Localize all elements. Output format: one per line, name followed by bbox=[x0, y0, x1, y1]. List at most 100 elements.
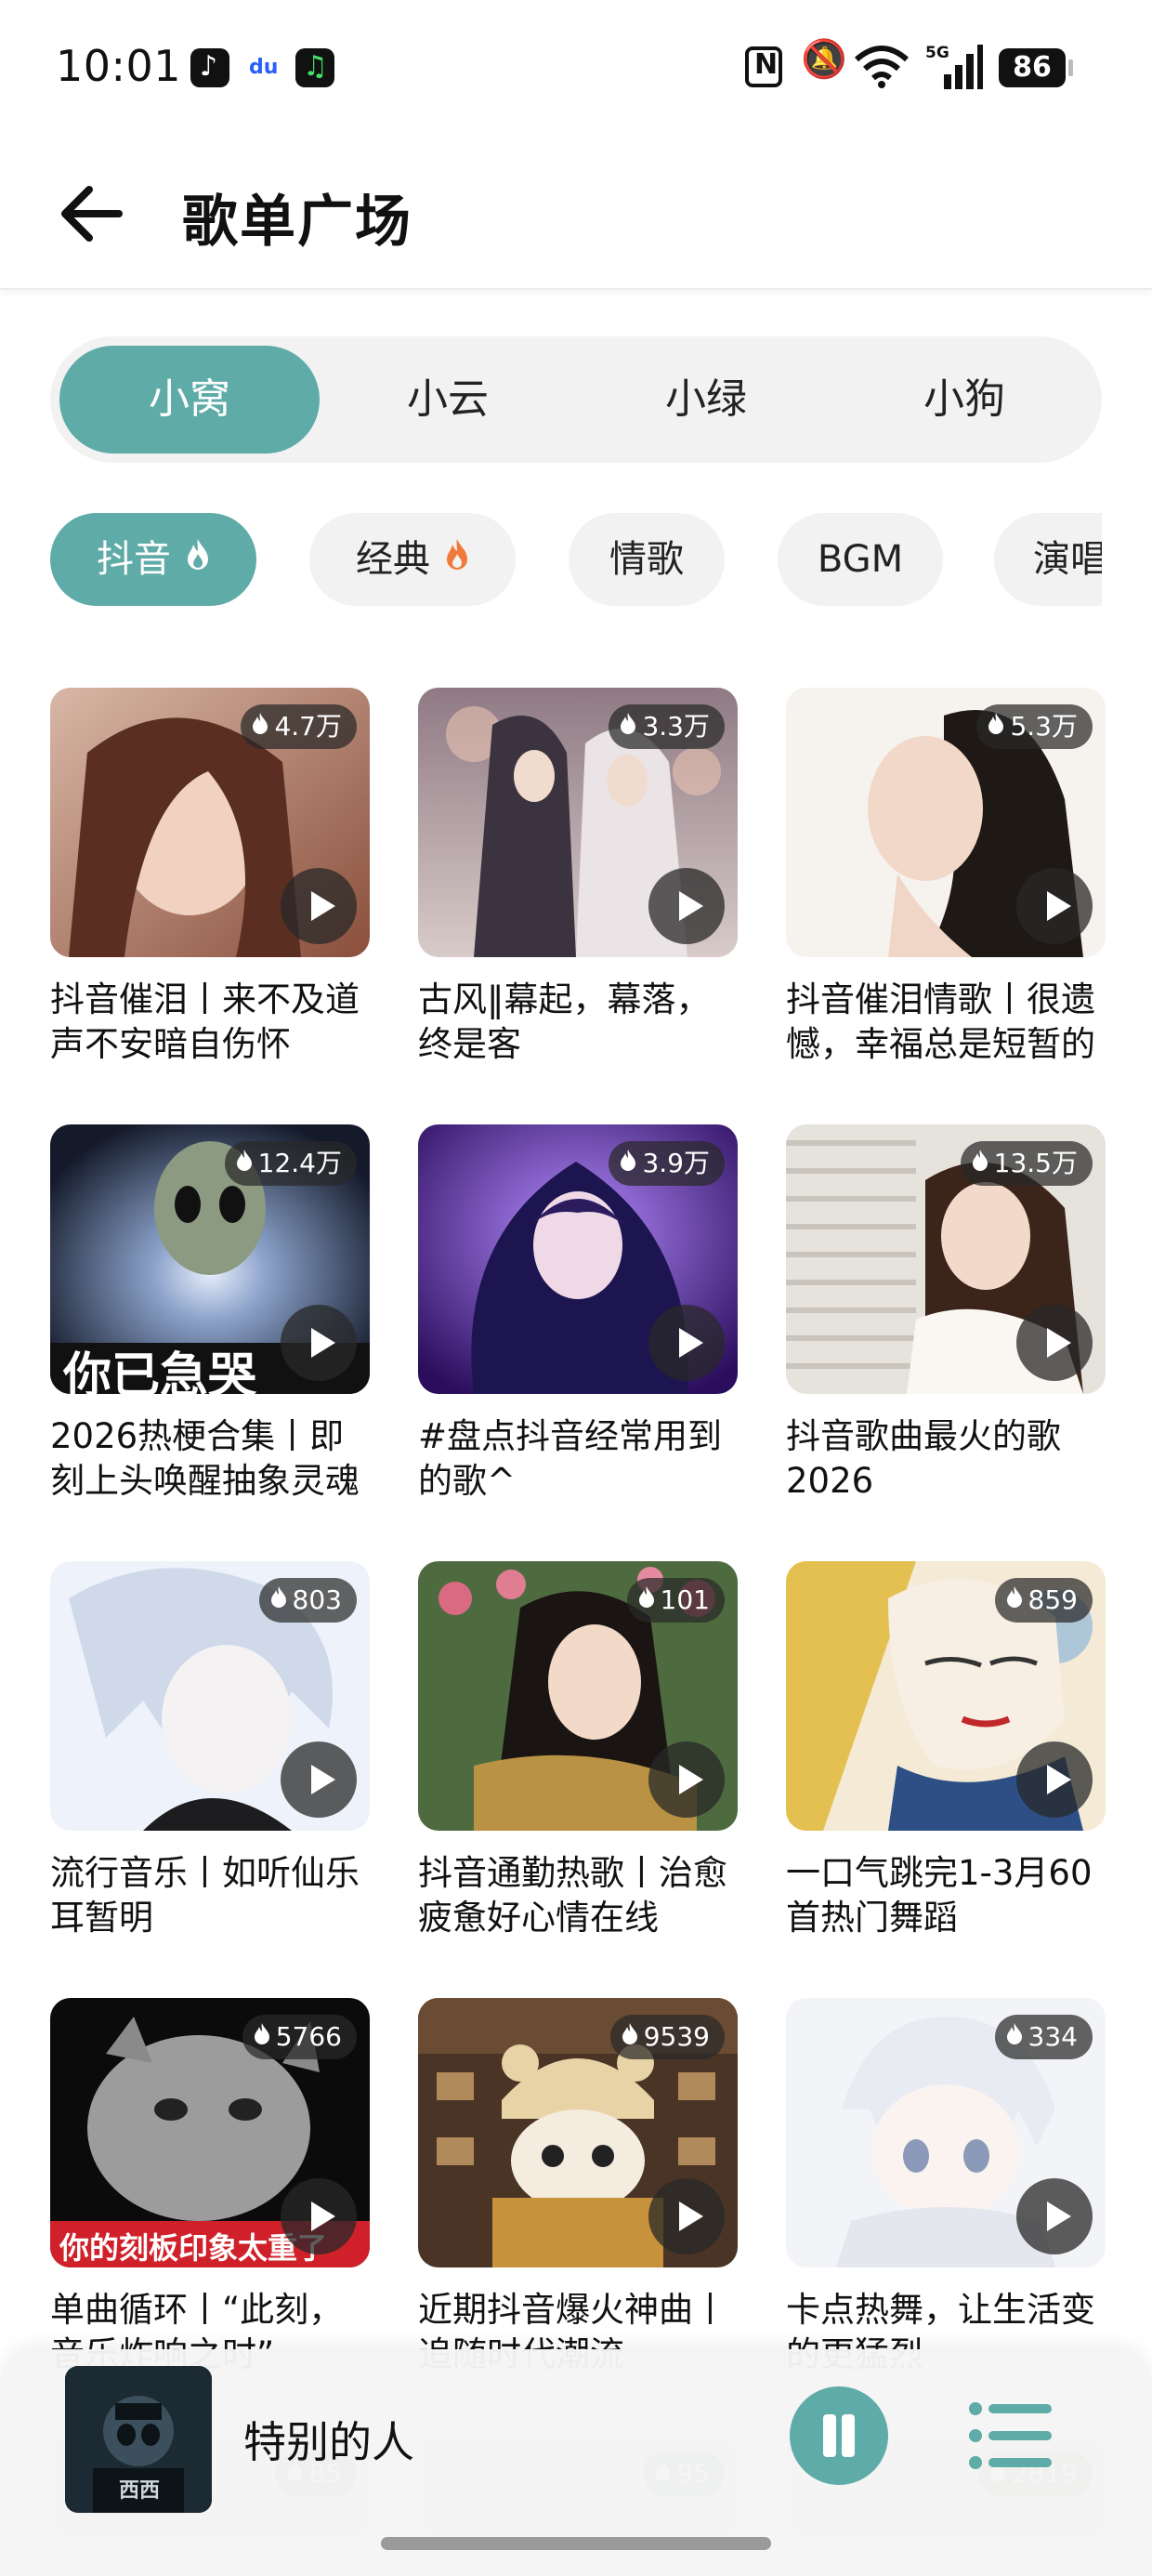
tab-xiaolv[interactable]: 小绿 bbox=[576, 346, 836, 453]
tab-xiaowo[interactable]: 小窝 bbox=[59, 346, 320, 453]
tab-xiaogou[interactable]: 小狗 bbox=[834, 346, 1094, 453]
now-playing-title[interactable]: 特别的人 bbox=[243, 2409, 414, 2470]
playlist-card[interactable]: 859 一口气跳完1-3月60首热门舞蹈 bbox=[786, 1561, 1106, 1940]
play-count: 5.3万 bbox=[1010, 711, 1078, 742]
playlist-card[interactable]: 101 抖音通勤热歌丨治愈疲惫好心情在线 bbox=[418, 1561, 738, 1940]
tab-xiaoyun[interactable]: 小云 bbox=[318, 346, 578, 453]
pause-button[interactable] bbox=[790, 2386, 888, 2485]
playlist-button[interactable] bbox=[966, 2396, 1055, 2476]
playlist-title: 流行音乐丨如听仙乐耳暂明 bbox=[50, 1853, 360, 1938]
play-count: 4.7万 bbox=[274, 711, 342, 742]
flame-icon bbox=[972, 1140, 988, 1185]
playlist-cover: 13.5万 bbox=[786, 1124, 1106, 1394]
play-count: 803 bbox=[292, 1584, 342, 1615]
play-button[interactable] bbox=[1016, 2178, 1093, 2254]
play-count-badge: 3.3万 bbox=[609, 704, 725, 749]
play-button[interactable] bbox=[1016, 1305, 1093, 1381]
play-count: 3.9万 bbox=[642, 1148, 710, 1178]
playlist-card[interactable]: 334 卡点热舞，让生活变的更猛烈 bbox=[786, 1998, 1106, 2377]
flame-icon bbox=[445, 513, 469, 605]
play-count: 859 bbox=[1028, 1584, 1078, 1615]
flame-icon bbox=[622, 2014, 638, 2058]
play-count-badge: 12.4万 bbox=[224, 1140, 357, 1186]
play-button[interactable] bbox=[648, 2178, 725, 2254]
chip-bgm[interactable]: BGM bbox=[778, 513, 943, 606]
playlist-icon bbox=[969, 2402, 1052, 2469]
flame-icon bbox=[270, 1577, 287, 1622]
play-count-badge: 334 bbox=[994, 2015, 1093, 2059]
chip-love-songs[interactable]: 情歌 bbox=[569, 513, 725, 606]
playlist-card[interactable]: 3.9万 #盘点抖音经常用到的歌^ bbox=[418, 1124, 738, 1504]
play-count-badge: 803 bbox=[258, 1577, 357, 1623]
back-button[interactable] bbox=[46, 167, 139, 260]
tiktok-icon bbox=[190, 48, 229, 87]
playlist-cover: 334 bbox=[786, 1998, 1106, 2267]
home-indicator[interactable] bbox=[381, 2537, 771, 2550]
play-count: 9539 bbox=[643, 2021, 710, 2052]
now-playing-cover[interactable]: 西西 bbox=[65, 2366, 212, 2513]
play-count: 334 bbox=[1028, 2021, 1078, 2052]
playlist-card[interactable]: 3.3万 古风‖幕起，幕落，终是客 bbox=[418, 688, 738, 1067]
nfc-icon bbox=[745, 46, 782, 87]
play-button[interactable] bbox=[648, 1741, 725, 1818]
signal-5g-icon: 5G bbox=[925, 43, 983, 95]
play-button[interactable] bbox=[281, 1305, 357, 1381]
play-count: 12.4万 bbox=[257, 1148, 342, 1178]
playlist-card[interactable]: 9539 近期抖音爆火神曲丨追随时代潮流 bbox=[418, 1998, 738, 2377]
playlist-card[interactable]: 803 流行音乐丨如听仙乐耳暂明 bbox=[50, 1561, 370, 1940]
play-count: 3.3万 bbox=[642, 711, 710, 742]
flame-icon bbox=[988, 703, 1004, 748]
playlist-title: 抖音歌曲最火的歌2026 bbox=[786, 1416, 1061, 1501]
chip-classic[interactable]: 经典 bbox=[309, 513, 516, 606]
flame-icon bbox=[620, 703, 636, 748]
play-button[interactable] bbox=[648, 1305, 725, 1381]
play-button[interactable] bbox=[1016, 1741, 1093, 1818]
category-chips: 抖音 经典 情歌 BGM 演唱 bbox=[0, 513, 1102, 610]
playlist-cover: 803 bbox=[50, 1561, 370, 1831]
playlist-card[interactable]: 4.7万 抖音催泪丨来不及道声不安暗自伤怀 bbox=[50, 688, 370, 1067]
wifi-icon bbox=[855, 45, 909, 93]
play-button[interactable] bbox=[648, 868, 725, 944]
play-count: 5766 bbox=[275, 2021, 342, 2052]
play-button[interactable] bbox=[281, 868, 357, 944]
play-count-badge: 5.3万 bbox=[976, 704, 1093, 749]
play-count: 13.5万 bbox=[993, 1148, 1078, 1178]
arrow-left-icon bbox=[61, 186, 123, 242]
play-count-badge: 101 bbox=[626, 1578, 725, 1623]
play-button[interactable] bbox=[281, 1741, 357, 1818]
play-button[interactable] bbox=[1016, 868, 1093, 944]
music-app-icon bbox=[295, 48, 334, 87]
play-count-badge: 859 bbox=[994, 1577, 1093, 1623]
flame-icon bbox=[236, 1140, 253, 1185]
playlist-card[interactable]: 13.5万 抖音歌曲最火的歌2026 bbox=[786, 1124, 1106, 1504]
chip-live[interactable]: 演唱 bbox=[994, 513, 1102, 606]
playlist-title: 一口气跳完1-3月60首热门舞蹈 bbox=[786, 1853, 1093, 1938]
status-bar: 10:01 🔕 5G 86 bbox=[0, 0, 1152, 139]
playlist-card[interactable]: 你已急哭 12.4万 2026热梗合集丨即刻上头唤醒抽象灵魂 bbox=[50, 1124, 370, 1504]
flame-icon bbox=[1006, 1577, 1023, 1622]
playlist-cover: 5.3万 bbox=[786, 688, 1106, 957]
play-count: 101 bbox=[660, 1584, 710, 1615]
playlist-title: 2026热梗合集丨即刻上头唤醒抽象灵魂 bbox=[50, 1416, 360, 1501]
playlist-card[interactable]: 你的刻板印象太重了 5766 单曲循环丨“此刻，音乐炸响之时” bbox=[50, 1998, 370, 2377]
chip-douyin[interactable]: 抖音 bbox=[50, 513, 256, 606]
play-count-badge: 13.5万 bbox=[960, 1140, 1093, 1186]
play-count-badge: 9539 bbox=[609, 2014, 725, 2059]
flame-icon bbox=[620, 1140, 636, 1185]
baidu-icon bbox=[243, 48, 282, 87]
playlist-cover: 你的刻板印象太重了 5766 bbox=[50, 1998, 370, 2267]
playlist-cover: 859 bbox=[786, 1561, 1106, 1831]
playlist-card[interactable]: 5.3万 抖音催泪情歌丨很遗憾，幸福总是短暂的 bbox=[786, 688, 1106, 1067]
playlist-title: 抖音通勤热歌丨治愈疲惫好心情在线 bbox=[418, 1853, 727, 1938]
cover-caption: 你已急哭 bbox=[63, 1348, 257, 1394]
playlist-cover: 9539 bbox=[418, 1998, 738, 2267]
flame-icon bbox=[186, 513, 210, 605]
playlist-cover: 你已急哭 12.4万 bbox=[50, 1124, 370, 1394]
battery-icon: 86 bbox=[999, 48, 1073, 87]
play-button[interactable] bbox=[281, 2178, 357, 2254]
svg-text:5G: 5G bbox=[925, 44, 949, 62]
play-count-badge: 3.9万 bbox=[609, 1141, 725, 1186]
playlist-title: 抖音催泪丨来不及道声不安暗自伤怀 bbox=[50, 979, 360, 1064]
playlist-cover: 4.7万 bbox=[50, 688, 370, 957]
status-time: 10:01 bbox=[56, 41, 182, 91]
